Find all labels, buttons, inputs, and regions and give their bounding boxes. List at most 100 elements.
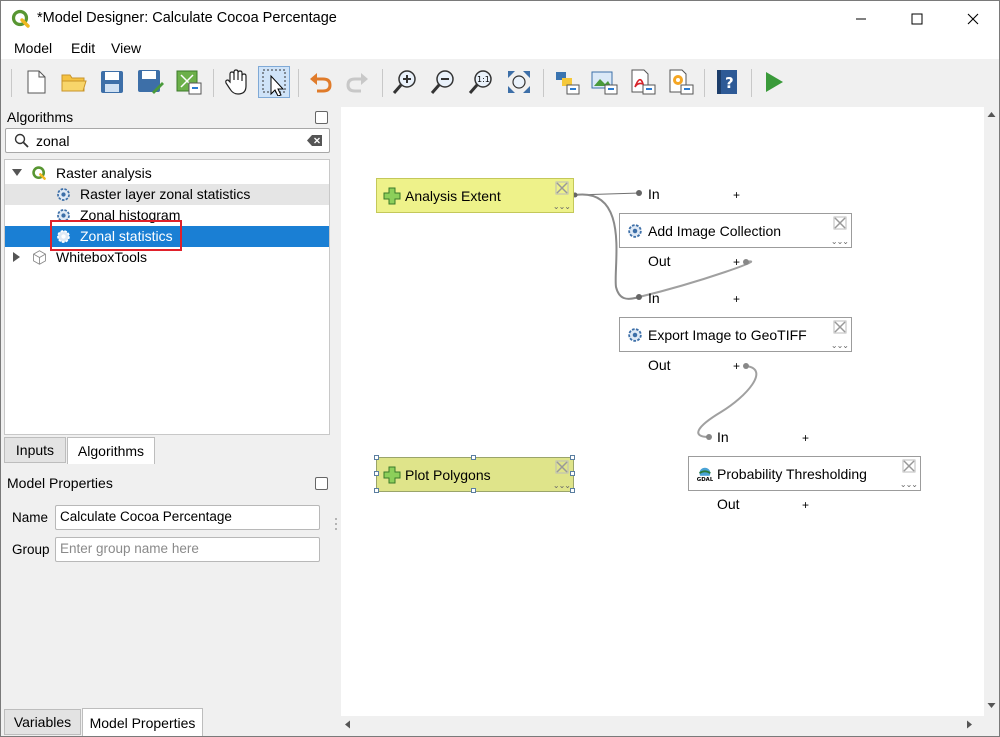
vertical-scrollbar[interactable] [984,107,999,716]
more-icon[interactable]: ⌄⌄⌄ [900,480,918,489]
delete-node-icon[interactable] [902,459,916,473]
zoom-full-button[interactable] [503,66,535,98]
resize-handle[interactable] [570,488,575,493]
tree-item-raster-layer-zonal-statistics[interactable]: Raster layer zonal statistics [5,184,329,205]
menu-view[interactable]: View [111,40,141,56]
model-name-field[interactable]: Calculate Cocoa Percentage [55,505,320,530]
close-icon [967,13,979,25]
tab-model-properties[interactable]: Model Properties [82,708,203,736]
clear-search-icon[interactable] [307,134,323,147]
export-svg-button[interactable] [664,66,696,98]
menu-edit[interactable]: Edit [71,40,95,56]
image-export-icon [591,71,618,95]
tab-variables[interactable]: Variables [4,709,81,735]
menu-model[interactable]: Model [14,40,52,56]
run-model-button[interactable] [757,66,789,98]
tree-group-raster-analysis[interactable]: Raster analysis [5,163,329,184]
name-label: Name [12,510,49,525]
select-button[interactable] [258,66,290,98]
resize-handle[interactable] [570,471,575,476]
expand-outputs-button[interactable]: + [733,255,740,269]
new-model-button[interactable] [20,66,52,98]
delete-node-icon[interactable] [555,181,569,195]
save-model-button[interactable] [96,66,128,98]
model-canvas[interactable]: Analysis Extent ⌄⌄⌄ Plot Polygons ⌄⌄⌄ In… [341,107,984,716]
open-model-button[interactable] [58,66,90,98]
delete-node-icon[interactable] [833,320,847,334]
delete-node-icon[interactable] [555,460,569,474]
model-group-field[interactable]: Enter group name here [55,537,320,562]
gdal-icon: GDAL [695,467,713,483]
more-icon[interactable]: ⌄⌄⌄ [831,237,849,246]
delete-node-icon[interactable] [833,216,847,230]
expand-inputs-button[interactable]: + [733,292,740,306]
parameter-plus-icon [383,187,401,205]
expand-outputs-button[interactable]: + [733,359,740,373]
undo-icon [310,73,332,93]
algorithm-search-input[interactable]: zonal [5,128,330,153]
input-node-plot-polygons[interactable]: Plot Polygons ⌄⌄⌄ [376,457,574,492]
node-label: Plot Polygons [405,467,491,483]
more-icon[interactable]: ⌄⌄⌄ [553,481,571,490]
undo-button[interactable] [304,66,336,98]
zoom-in-button[interactable] [389,66,421,98]
expand-outputs-button[interactable]: + [802,498,809,512]
resize-handle[interactable] [374,471,379,476]
title-bar: *Model Designer: Calculate Cocoa Percent… [1,1,999,37]
parameter-plus-icon [383,466,401,484]
zoom-actual-icon: 1:1 [468,70,492,94]
horizontal-scrollbar[interactable] [341,716,984,733]
gear-icon [628,224,642,238]
help-book-icon: ? [717,70,737,94]
pdf-export-icon [631,69,656,95]
scroll-arrows-icon [987,112,996,708]
port-in-label: In [717,429,729,445]
zoom-out-icon [430,70,454,94]
edit-help-button[interactable]: ? [711,66,743,98]
gear-icon [57,188,70,201]
port-out-label: Out [717,496,740,512]
port-out-label: Out [648,253,671,269]
more-icon[interactable]: ⌄⌄⌄ [831,341,849,350]
algorithm-node-probability-thresholding[interactable]: GDAL Probability Thresholding ⌄⌄⌄ [688,456,921,491]
save-in-project-icon [176,70,202,95]
algorithm-node-add-image-collection[interactable]: Add Image Collection ⌄⌄⌄ [619,213,852,248]
resize-handle[interactable] [471,455,476,460]
export-pdf-button[interactable] [626,66,658,98]
resize-handle[interactable] [374,488,379,493]
save-as-button[interactable] [134,66,166,98]
model-designer-window: *Model Designer: Calculate Cocoa Percent… [0,0,1000,737]
zoom-actual-button[interactable]: 1:1 [465,66,497,98]
pan-hand-icon [225,69,247,95]
pan-button[interactable] [220,66,252,98]
panel-splitter[interactable] [332,107,340,736]
algorithm-node-export-image-to-geotiff[interactable]: Export Image to GeoTIFF ⌄⌄⌄ [619,317,852,352]
expand-inputs-button[interactable]: + [802,431,809,445]
export-python-button[interactable] [550,66,582,98]
save-in-project-button[interactable] [172,66,204,98]
float-panel-button[interactable] [315,111,328,124]
model-properties-title: Model Properties [7,475,113,491]
input-node-analysis-extent[interactable]: Analysis Extent ⌄⌄⌄ [376,178,574,213]
more-icon[interactable]: ⌄⌄⌄ [553,202,571,211]
resize-handle[interactable] [471,488,476,493]
resize-handle[interactable] [374,455,379,460]
export-image-button[interactable] [588,66,620,98]
tree-item-label: WhiteboxTools [56,249,148,265]
maximize-button[interactable] [894,1,940,37]
resize-handle[interactable] [570,455,575,460]
node-label: Export Image to GeoTIFF [648,327,807,343]
zoom-in-icon [392,70,416,94]
close-button[interactable] [950,1,996,37]
node-label: Add Image Collection [648,223,782,239]
minimize-button[interactable] [838,1,884,37]
zoom-out-button[interactable] [427,66,459,98]
node-label: Analysis Extent [405,188,501,204]
float-panel-button[interactable] [315,477,328,490]
save-icon [101,71,123,93]
expand-inputs-button[interactable]: + [733,188,740,202]
tab-inputs[interactable]: Inputs [4,437,66,463]
algorithms-panel-title: Algorithms [7,109,74,125]
redo-button[interactable] [342,66,374,98]
tab-algorithms[interactable]: Algorithms [67,437,155,464]
